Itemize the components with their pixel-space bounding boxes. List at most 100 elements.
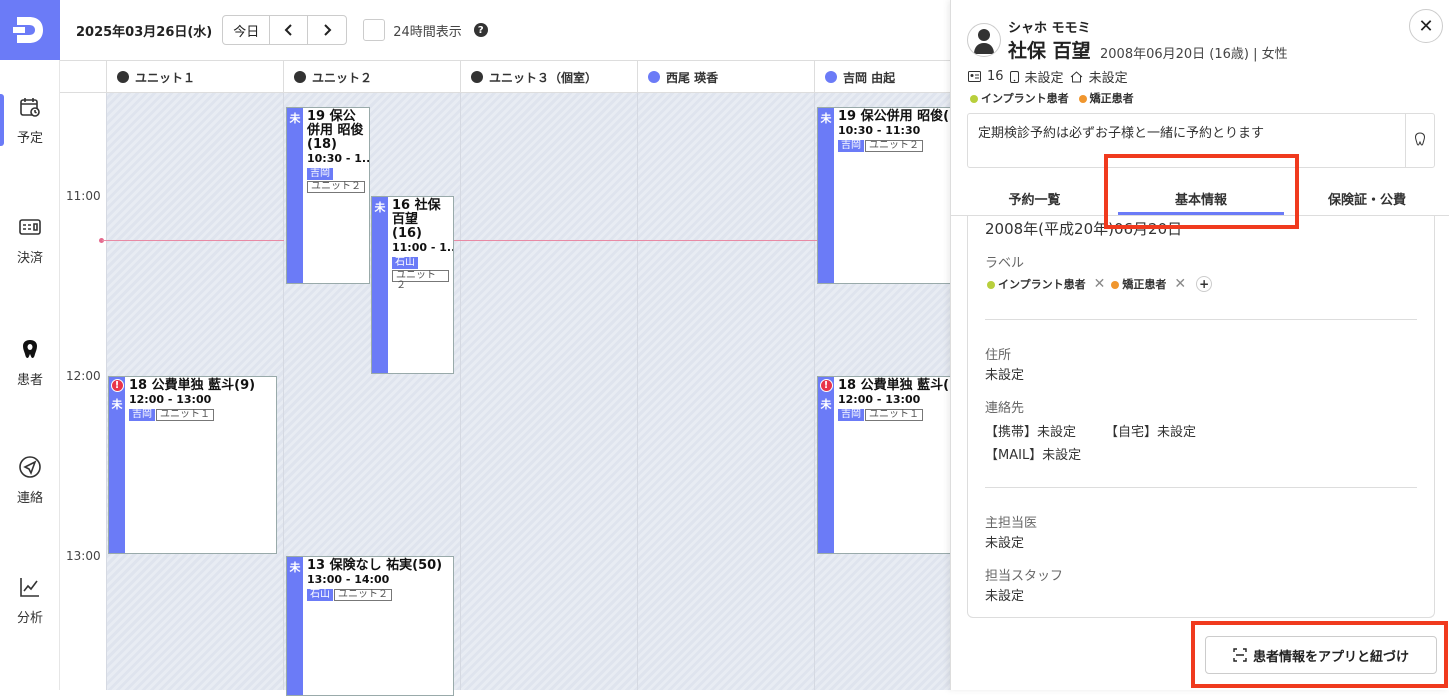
label-list: インプラント患者 ✕ 矯正患者 ✕ + xyxy=(987,276,1213,292)
sidebar-item-patients[interactable]: 患者 xyxy=(0,322,60,402)
column-divider xyxy=(106,93,107,690)
tab-insurance[interactable]: 保険証・公費 xyxy=(1284,180,1449,216)
today-button[interactable]: 今日 xyxy=(223,16,271,44)
appointment-card[interactable]: ! 未 18 公費単独 藍斗(9) 12:00 - 13:00 吉岡 ユニット１ xyxy=(108,376,277,554)
current-time-line xyxy=(453,240,817,241)
status-stripe: ! 未 xyxy=(109,377,125,553)
patient-detail-panel: シャホ モモミ 社保 百望 2008年06月20日 (16歳) | 女性 ✕ 1… xyxy=(950,0,1449,690)
appointment-title: 18 公費単独 藍斗(9) xyxy=(129,378,256,393)
column-header-unit3: ユニット３（個室） xyxy=(460,61,637,93)
patient-kana: シャホ モモミ xyxy=(1008,21,1091,36)
staff-tag: 石山 xyxy=(392,257,418,269)
column-divider xyxy=(637,93,638,690)
address-value: 未設定 xyxy=(985,368,1025,383)
unit-icon xyxy=(294,71,306,83)
staff-tag: 吉岡 xyxy=(307,168,333,180)
appointment-card[interactable]: 未 19 保公併用 昭俊(18) 10:30 - 1... 吉岡 ユニット２ xyxy=(286,107,370,284)
staff-tag: 石山 xyxy=(307,589,333,601)
memo-divider xyxy=(1405,114,1406,167)
24h-label: 24時間表示 xyxy=(393,24,462,40)
tab-reservations[interactable]: 予約一覧 xyxy=(951,180,1118,216)
column-divider xyxy=(283,93,284,690)
contact-mail: 【MAIL】未設定 xyxy=(985,448,1082,463)
tooth-icon xyxy=(23,339,37,358)
prev-day-button[interactable] xyxy=(270,16,309,44)
doctor-value: 未設定 xyxy=(985,536,1025,551)
patient-phone: 未設定 xyxy=(1024,71,1064,86)
sidebar-item-label: 連絡 xyxy=(16,490,43,506)
appointment-card[interactable]: 未 16 社保 百望 (16) 11:00 - 1... 石山 ユニット２ xyxy=(371,196,454,374)
sidebar-item-label: 患者 xyxy=(16,372,43,388)
status-stripe: 未 xyxy=(818,108,834,283)
staff-tag: 吉岡 xyxy=(838,140,864,152)
sidebar-item-payment[interactable]: 決済 xyxy=(0,200,60,280)
status-stripe: ! 未 xyxy=(818,377,834,553)
sidebar-item-label: 決済 xyxy=(16,250,43,266)
time-label: 13:00 xyxy=(66,549,101,563)
dental-logo-icon[interactable] xyxy=(0,0,60,60)
highlight-box xyxy=(1104,154,1299,229)
person-icon xyxy=(648,71,660,83)
staff-tag: 吉岡 xyxy=(129,409,155,421)
home-icon xyxy=(1070,70,1082,82)
address-heading: 住所 xyxy=(985,348,1012,363)
help-icon[interactable]: ? xyxy=(473,23,488,37)
appointment-time: 10:30 - 11:30 xyxy=(838,124,921,137)
person-icon xyxy=(825,71,837,83)
patient-name: 社保 百望 xyxy=(1008,40,1091,62)
appointment-time: 12:00 - 13:00 xyxy=(838,393,921,406)
24h-checkbox[interactable] xyxy=(363,19,386,41)
patient-meta: 16 未設定 未設定 xyxy=(968,67,1128,86)
column-header-unit1: ユニット１ xyxy=(106,61,283,93)
unit-tag: ユニット２ xyxy=(865,140,923,152)
staff-tag: 吉岡 xyxy=(838,409,864,421)
calendar-grid[interactable]: 11:00 12:00 13:00 未 19 保公併用 昭俊(18) 10:30… xyxy=(60,93,951,696)
calendar-icon xyxy=(20,97,40,117)
sidebar-item-schedule[interactable]: 予定 xyxy=(0,80,60,160)
remove-label-icon[interactable]: ✕ xyxy=(1174,276,1186,292)
next-day-button[interactable] xyxy=(308,16,346,44)
current-date: 2025年03月26日(水) xyxy=(76,24,213,40)
unit-tag: ユニット１ xyxy=(156,409,214,421)
appointment-title: 19 保公併用 昭俊( xyxy=(838,109,950,124)
staff-value: 未設定 xyxy=(985,589,1025,604)
appointment-time: 11:00 - 1... xyxy=(392,241,453,254)
sidebar-item-label: 予定 xyxy=(16,130,43,146)
divider xyxy=(985,487,1417,488)
highlight-box xyxy=(1191,621,1448,688)
time-column: 11:00 12:00 13:00 xyxy=(60,93,106,690)
column-header-staff-yoshioka: 吉岡 由起 xyxy=(814,61,950,93)
sidebar-item-label: 分析 xyxy=(16,610,43,626)
basic-info-card: 2008年(平成20年)06月20日 ラベル インプラント患者 ✕ 矯正患者 ✕… xyxy=(967,216,1435,618)
id-card-icon xyxy=(968,71,981,82)
sidebar-item-analytics[interactable]: 分析 xyxy=(0,560,60,640)
remove-label-icon[interactable]: ✕ xyxy=(1094,276,1106,292)
tooth-memo-icon[interactable] xyxy=(1413,132,1427,150)
sidebar-item-contact[interactable]: 連絡 xyxy=(0,440,60,520)
appointment-time: 10:30 - 1... xyxy=(307,152,369,165)
patient-birth-info: 2008年06月20日 (16歳) | 女性 xyxy=(1100,47,1288,62)
column-header-unit2: ユニット２ xyxy=(283,61,460,93)
appointment-time: 12:00 - 13:00 xyxy=(129,393,212,406)
warning-icon: ! xyxy=(819,379,833,392)
time-label: 11:00 xyxy=(66,189,101,203)
close-button[interactable]: ✕ xyxy=(1409,9,1443,43)
appointment-card[interactable]: 未 13 保険なし 祐実(50) 13:00 - 14:00 石山 ユニット２ xyxy=(286,556,454,696)
add-label-button[interactable]: + xyxy=(1196,276,1213,292)
appointment-title: 13 保険なし 祐実(50) xyxy=(307,558,443,573)
divider xyxy=(985,319,1417,320)
warning-icon: ! xyxy=(110,379,124,392)
staff-heading: 担当スタッフ xyxy=(985,569,1064,584)
unit-icon xyxy=(471,71,483,83)
phone-icon xyxy=(1009,70,1019,83)
status-stripe: 未 xyxy=(287,108,303,283)
send-icon xyxy=(19,455,41,478)
user-icon xyxy=(974,29,994,54)
resource-header: ユニット１ ユニット２ ユニット３（個室） 西尾 瑛香 吉岡 由起 xyxy=(60,60,950,93)
unit-tag: ユニット２ xyxy=(307,181,365,193)
appointment-card[interactable]: 未 19 保公併用 昭俊( 10:30 - 11:30 吉岡 ユニット２ xyxy=(817,107,951,284)
doctor-heading: 主担当医 xyxy=(985,516,1038,531)
appointment-title: 19 保公併用 昭俊(18) xyxy=(307,109,364,152)
appointment-card[interactable]: ! 未 18 公費単独 藍斗( 12:00 - 13:00 吉岡 ユニット１ xyxy=(817,376,951,554)
patient-labels: インプラント患者 矯正患者 xyxy=(970,90,1134,106)
